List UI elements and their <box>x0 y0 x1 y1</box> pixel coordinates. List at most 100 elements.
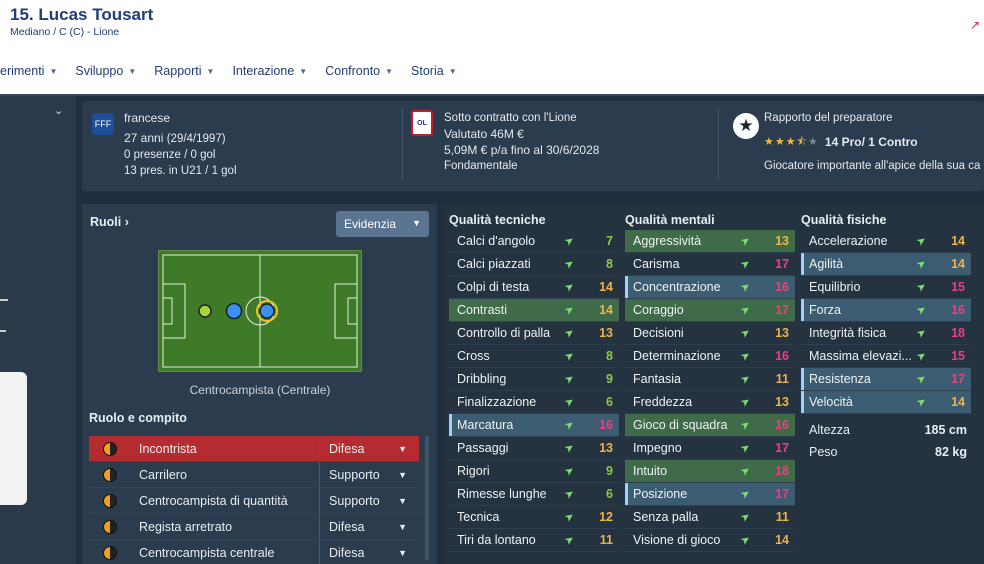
roles-title[interactable]: Ruoli › <box>90 215 129 229</box>
role-row[interactable]: Centrocampista di quantità Supporto ▼ <box>89 488 419 514</box>
attribute-row[interactable]: Massima elevazi... ➤ 15 <box>801 345 971 368</box>
contract-status[interactable]: Sotto contratto con l'Lione <box>444 110 599 126</box>
attribute-row[interactable]: Concentrazione ➤ 16 <box>625 276 795 299</box>
attribute-name: Forza <box>809 303 841 317</box>
position-marker[interactable] <box>225 302 243 320</box>
role-row[interactable]: Centrocampista centrale Difesa ▼ <box>89 540 419 564</box>
role-suitability-icon <box>103 493 117 508</box>
roles-scrollbar[interactable] <box>425 436 429 560</box>
nav-confronto[interactable]: Confronto ▼ <box>325 64 393 78</box>
attribute-name: Finalizzazione <box>457 395 537 409</box>
attribute-row[interactable]: Fantasia ➤ 11 <box>625 368 795 391</box>
attribute-row[interactable]: Carisma ➤ 17 <box>625 253 795 276</box>
duty-dropdown[interactable]: Supporto ▼ <box>319 488 419 513</box>
role-row[interactable]: Regista arretrato Difesa ▼ <box>89 514 419 540</box>
attribute-row[interactable]: Cross ➤ 8 <box>449 345 619 368</box>
nav-rapporti[interactable]: Rapporti ▼ <box>154 64 214 78</box>
nav-label: erimenti <box>0 64 45 78</box>
attribute-row[interactable]: Intuito ➤ 18 <box>625 460 795 483</box>
attribute-value: 12 <box>599 510 613 524</box>
attribute-row[interactable]: Resistenza ➤ 17 <box>801 368 971 391</box>
attribute-name: Posizione <box>633 487 688 501</box>
attribute-row[interactable]: Dribbling ➤ 9 <box>449 368 619 391</box>
nav-sviluppo[interactable]: Sviluppo ▼ <box>75 64 136 78</box>
attribute-row[interactable]: Contrasti ➤ 14 <box>449 299 619 322</box>
attribute-row[interactable]: Calci piazzati ➤ 8 <box>449 253 619 276</box>
france-federation-icon[interactable]: FFF <box>92 113 114 135</box>
duty-dropdown[interactable]: Supporto ▼ <box>319 462 419 487</box>
chevron-down-icon[interactable]: ⌄ <box>54 104 63 117</box>
star-icon[interactable]: ★ <box>733 113 759 139</box>
attribute-row[interactable]: Marcatura ➤ 16 <box>449 414 619 437</box>
attribute-value: 11 <box>599 533 613 547</box>
attribute-row[interactable]: Freddezza ➤ 13 <box>625 391 795 414</box>
chevron-down-icon: ▼ <box>128 66 137 76</box>
lyon-crest-icon[interactable]: OL <box>411 110 433 136</box>
u21-appearances: 13 pres. in U21 / 1 gol <box>124 165 237 177</box>
trend-arrow-icon: ➤ <box>738 302 753 318</box>
attribute-value: 13 <box>775 234 789 248</box>
attribute-row[interactable]: Accelerazione ➤ 14 <box>801 230 971 253</box>
duty-dropdown[interactable]: Difesa ▼ <box>319 540 419 564</box>
attribute-row[interactable]: Agilità ➤ 14 <box>801 253 971 276</box>
nav-trasferimenti[interactable]: erimenti ▼ <box>0 64 57 78</box>
attribute-row[interactable]: Equilibrio ➤ 15 <box>801 276 971 299</box>
nationality[interactable]: francese <box>124 110 237 126</box>
trend-arrow-icon: ➤ <box>562 302 577 318</box>
arrow-icon[interactable]: ↗ <box>970 18 980 32</box>
attribute-value: 6 <box>606 395 613 409</box>
attribute-row[interactable]: Rigori ➤ 9 <box>449 460 619 483</box>
nav-interazione[interactable]: Interazione ▼ <box>232 64 307 78</box>
nav-storia[interactable]: Storia ▼ <box>411 64 457 78</box>
weight-label: Peso <box>809 445 838 459</box>
attribute-name: Marcatura <box>457 418 514 432</box>
height-value: 185 cm <box>924 423 967 437</box>
attribute-row[interactable]: Aggressività ➤ 13 <box>625 230 795 253</box>
nav-label: Rapporti <box>154 64 202 78</box>
attribute-row[interactable]: Tecnica ➤ 12 <box>449 506 619 529</box>
role-row[interactable]: Carrilero Supporto ▼ <box>89 462 419 488</box>
position-marker[interactable] <box>198 304 212 318</box>
attribute-row[interactable]: Velocità ➤ 14 <box>801 391 971 414</box>
role-row[interactable]: Incontrista Difesa ▼ <box>89 436 419 462</box>
attribute-name: Velocità <box>809 395 853 409</box>
squad-status: Fondamentale <box>444 160 518 172</box>
highlight-dropdown[interactable]: Evidenzia ▼ <box>336 211 429 237</box>
attribute-row[interactable]: Determinazione ➤ 16 <box>625 345 795 368</box>
attribute-value: 18 <box>951 326 965 340</box>
attribute-row[interactable]: Coraggio ➤ 17 <box>625 299 795 322</box>
attribute-value: 8 <box>606 257 613 271</box>
attribute-row[interactable]: Posizione ➤ 17 <box>625 483 795 506</box>
attribute-value: 14 <box>951 234 965 248</box>
position-marker[interactable] <box>259 303 275 319</box>
report-stars-line: ★★★⯪★ 14 Pro/ 1 Contro <box>764 134 980 150</box>
appearances: 0 presenze / 0 gol <box>124 149 216 161</box>
attribute-row[interactable]: Visione di gioco ➤ 14 <box>625 529 795 552</box>
attribute-row[interactable]: Tiri da lontano ➤ 11 <box>449 529 619 552</box>
attribute-row[interactable]: Controllo di palla ➤ 13 <box>449 322 619 345</box>
attribute-name: Passaggi <box>457 441 509 455</box>
player-position-club[interactable]: Mediano / C (C) - Lione <box>10 26 119 38</box>
duty-dropdown[interactable]: Difesa ▼ <box>319 436 419 461</box>
attribute-row[interactable]: Senza palla ➤ 11 <box>625 506 795 529</box>
attribute-row[interactable]: Rimesse lunghe ➤ 6 <box>449 483 619 506</box>
attribute-row[interactable]: Finalizzazione ➤ 6 <box>449 391 619 414</box>
attribute-row[interactable]: Integrità fisica ➤ 18 <box>801 322 971 345</box>
role-suitability-icon <box>103 519 117 534</box>
attribute-row[interactable]: Forza ➤ 16 <box>801 299 971 322</box>
attribute-name: Freddezza <box>633 395 693 409</box>
attribute-row[interactable]: Calci d'angolo ➤ 7 <box>449 230 619 253</box>
chevron-down-icon: ▼ <box>398 521 407 532</box>
duty-label: Difesa <box>329 441 365 456</box>
attribute-row[interactable]: Impegno ➤ 17 <box>625 437 795 460</box>
attribute-value: 16 <box>951 303 965 317</box>
attribute-row[interactable]: Decisioni ➤ 13 <box>625 322 795 345</box>
coach-report-title[interactable]: Rapporto del preparatore <box>764 110 980 126</box>
attribute-row[interactable]: Colpi di testa ➤ 14 <box>449 276 619 299</box>
player-name: 15. Lucas Tousart <box>10 5 154 24</box>
divider <box>718 108 719 180</box>
attribute-row[interactable]: Passaggi ➤ 13 <box>449 437 619 460</box>
duty-dropdown[interactable]: Difesa ▼ <box>319 514 419 539</box>
profile-nav: erimenti ▼ Sviluppo ▼ Rapporti ▼ Interazion… <box>0 64 475 78</box>
attribute-row[interactable]: Gioco di squadra ➤ 16 <box>625 414 795 437</box>
